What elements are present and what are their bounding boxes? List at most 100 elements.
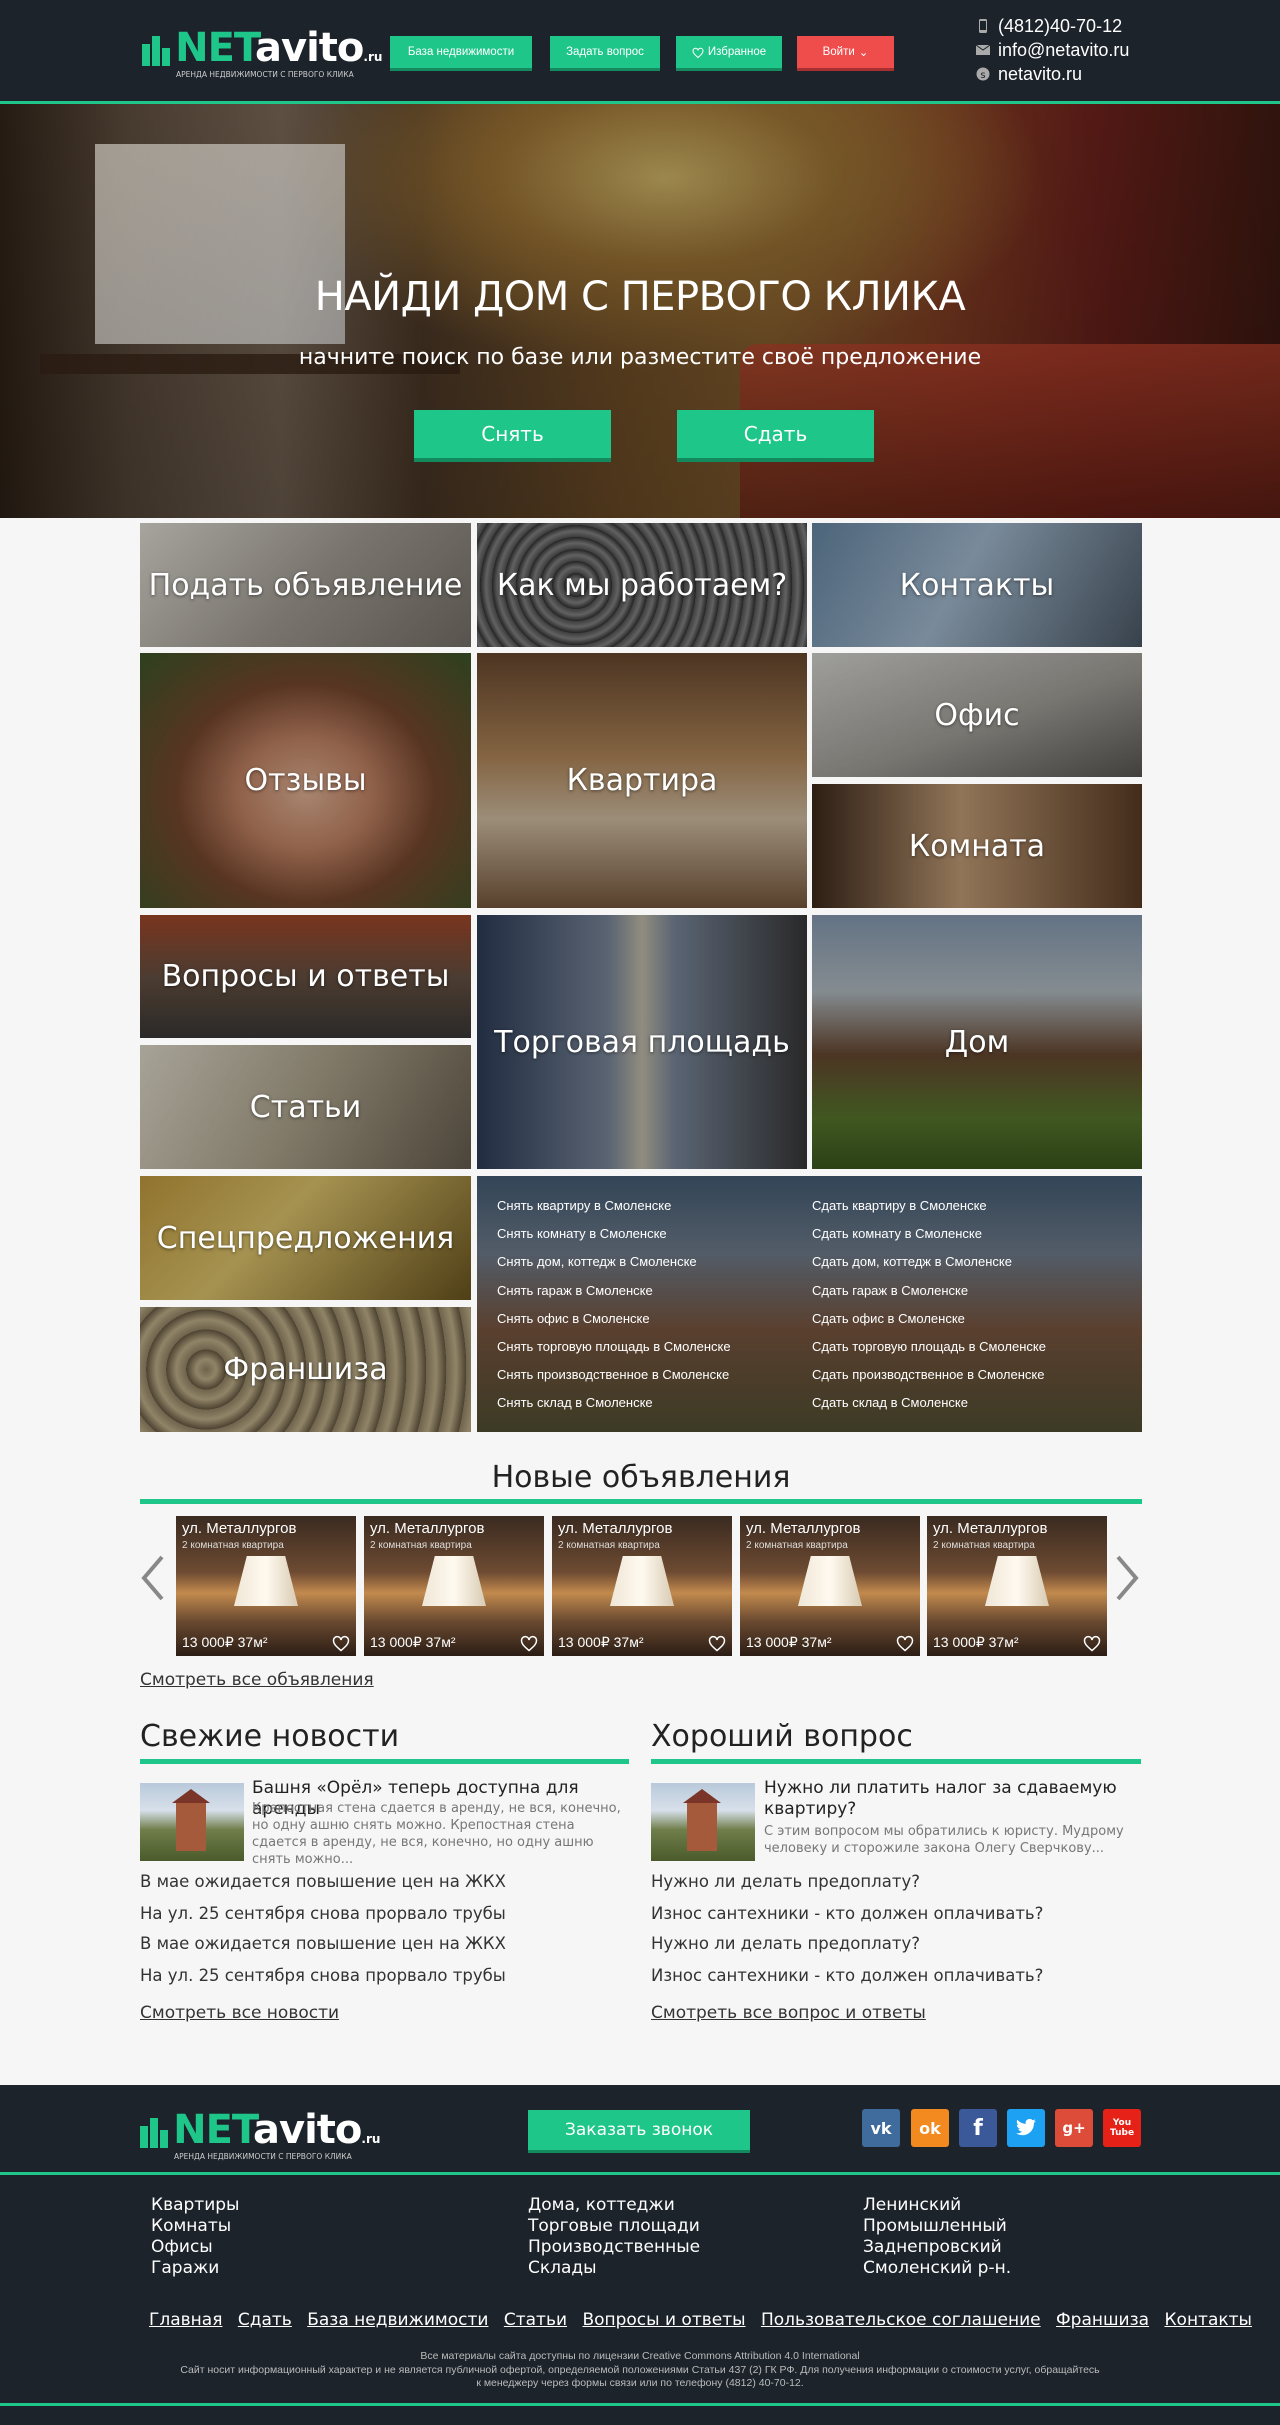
email-address[interactable]: info@netavito.ru <box>998 38 1129 62</box>
let-link[interactable]: Сдать производственное в Смоленске <box>812 1361 1046 1389</box>
news-item[interactable]: На ул. 25 сентября снова прорвало трубы <box>140 1904 506 1923</box>
question-item[interactable]: Нужно ли делать предоплату? <box>651 1872 920 1891</box>
phone-number[interactable]: (4812)40-70-12 <box>998 14 1122 38</box>
question-featured-text: С этим вопросом мы обратились к юристу. … <box>764 1824 1124 1856</box>
footer-nav-link[interactable]: Статьи <box>504 2310 567 2330</box>
footer-link[interactable]: Квартиры <box>151 2195 239 2216</box>
let-button[interactable]: Сдать <box>677 410 874 458</box>
youtube-icon[interactable]: You Tube <box>1103 2109 1141 2147</box>
question-featured-image[interactable] <box>651 1783 755 1861</box>
question-item[interactable]: Износ сантехники - кто должен оплачивать… <box>651 1904 1043 1923</box>
lamp-image <box>610 1556 674 1606</box>
see-all-questions-link[interactable]: Смотреть все вопрос и ответы <box>651 2003 926 2023</box>
tile-post-ad[interactable]: Подать объявление <box>140 523 471 647</box>
tile-reviews[interactable]: Отзывы <box>140 653 471 908</box>
question-featured-title[interactable]: Нужно ли платить налог за сдаваемую квар… <box>764 1778 1134 1820</box>
footer-link[interactable]: Смоленский р-н. <box>863 2258 1011 2279</box>
footer-nav-link[interactable]: Франшиза <box>1056 2310 1149 2330</box>
footer-link[interactable]: Гаражи <box>151 2258 239 2279</box>
footer-link[interactable]: Заднепровский <box>863 2237 1011 2258</box>
listing-area: 37м² <box>613 1634 644 1650</box>
tile-house[interactable]: Дом <box>812 915 1142 1169</box>
listing-card[interactable]: ул. Металлургов 2 комнатная квартира 13 … <box>176 1516 356 1656</box>
listing-card[interactable]: ул. Металлургов 2 комнатная квартира 13 … <box>740 1516 920 1656</box>
tile-faq[interactable]: Вопросы и ответы <box>140 915 471 1038</box>
question-item[interactable]: Износ сантехники - кто должен оплачивать… <box>651 1966 1043 1985</box>
facebook-icon[interactable]: f <box>959 2109 997 2147</box>
let-link[interactable]: Сдать комнату в Смоленске <box>812 1220 1046 1248</box>
rent-link[interactable]: Снять торговую площадь в Смоленске <box>497 1333 731 1361</box>
footer-logo[interactable]: NETavito.ru АРЕНДА НЕДВИЖИМОСТИ С ПЕРВОГ… <box>140 2108 380 2161</box>
footer-link[interactable]: Промышленный <box>863 2216 1011 2237</box>
rent-link[interactable]: Снять офис в Смоленске <box>497 1305 731 1333</box>
let-link[interactable]: Сдать офис в Смоленске <box>812 1305 1046 1333</box>
listing-card[interactable]: ул. Металлургов 2 комнатная квартира 13 … <box>364 1516 544 1656</box>
favorite-heart-icon[interactable] <box>708 1634 726 1652</box>
tile-articles[interactable]: Статьи <box>140 1045 471 1169</box>
divider <box>140 1499 1142 1504</box>
rent-link[interactable]: Снять склад в Смоленске <box>497 1389 731 1417</box>
tile-apartment[interactable]: Квартира <box>477 653 807 908</box>
ask-question-button[interactable]: Задать вопрос <box>550 36 660 68</box>
see-all-listings-link[interactable]: Смотреть все объявления <box>140 1670 374 1690</box>
let-link[interactable]: Сдать квартиру в Смоленске <box>812 1192 1046 1220</box>
footer-nav-link[interactable]: Вопросы и ответы <box>582 2310 745 2330</box>
footer-link[interactable]: Производственные <box>528 2237 700 2258</box>
tile-special-offers[interactable]: Спецпредложения <box>140 1176 471 1300</box>
carousel-next-arrow-icon[interactable] <box>1112 1553 1142 1603</box>
login-button[interactable]: Войти ⌄ <box>797 36 894 68</box>
listing-street: ул. Металлургов <box>933 1520 1048 1537</box>
tile-franchise[interactable]: Франшиза <box>140 1307 471 1432</box>
tile-retail[interactable]: Торговая площадь <box>477 915 807 1169</box>
footer-nav-link[interactable]: Главная <box>149 2310 222 2330</box>
tile-how-we-work[interactable]: Как мы работаем? <box>477 523 807 647</box>
rent-link[interactable]: Снять дом, коттедж в Смоленске <box>497 1248 731 1276</box>
favorite-heart-icon[interactable] <box>896 1634 914 1652</box>
vk-icon[interactable]: vk <box>862 2109 900 2147</box>
rent-link[interactable]: Снять комнату в Смоленске <box>497 1220 731 1248</box>
see-all-news-link[interactable]: Смотреть все новости <box>140 2003 339 2023</box>
footer-link[interactable]: Дома, коттеджи <box>528 2195 700 2216</box>
news-item[interactable]: В мае ожидается повышение цен на ЖКХ <box>140 1872 506 1891</box>
rent-link[interactable]: Снять гараж в Смоленске <box>497 1277 731 1305</box>
favorite-heart-icon[interactable] <box>520 1634 538 1652</box>
logo-tagline: АРЕНДА НЕДВИЖИМОСТИ С ПЕРВОГО КЛИКА <box>176 70 354 79</box>
footer-nav-link[interactable]: Контакты <box>1164 2310 1252 2330</box>
site-logo[interactable]: NETavito.ru АРЕНДА НЕДВИЖИМОСТИ С ПЕРВОГ… <box>142 26 382 79</box>
news-featured-image[interactable] <box>140 1783 244 1861</box>
tile-contacts[interactable]: Контакты <box>812 523 1142 647</box>
footer-link[interactable]: Комнаты <box>151 2216 239 2237</box>
order-call-button[interactable]: Заказать звонок <box>528 2110 750 2150</box>
property-base-button[interactable]: База недвижимости <box>390 36 532 68</box>
footer-column-districts: Ленинский Промышленный Заднепровский Смо… <box>863 2195 1011 2279</box>
listing-card[interactable]: ул. Металлургов 2 комнатная квартира 13 … <box>552 1516 732 1656</box>
tile-office[interactable]: Офис <box>812 653 1142 777</box>
listing-card[interactable]: ул. Металлургов 2 комнатная квартира 13 … <box>927 1516 1107 1656</box>
carousel-prev-arrow-icon[interactable] <box>138 1553 168 1603</box>
favorite-heart-icon[interactable] <box>1083 1634 1101 1652</box>
let-link[interactable]: Сдать торговую площадь в Смоленске <box>812 1333 1046 1361</box>
question-item[interactable]: Нужно ли делать предоплату? <box>651 1934 920 1953</box>
footer-link[interactable]: Офисы <box>151 2237 239 2258</box>
google-plus-icon[interactable]: g+ <box>1055 2109 1093 2147</box>
footer-nav-link[interactable]: База недвижимости <box>307 2310 488 2330</box>
favorites-button[interactable]: Избранное <box>676 36 782 68</box>
rent-button[interactable]: Снять <box>414 410 611 458</box>
skype-name[interactable]: netavito.ru <box>998 62 1082 86</box>
rent-link[interactable]: Снять квартиру в Смоленске <box>497 1192 731 1220</box>
let-link[interactable]: Сдать склад в Смоленске <box>812 1389 1046 1417</box>
footer-link[interactable]: Склады <box>528 2258 700 2279</box>
odnoklassniki-icon[interactable]: ok <box>911 2109 949 2147</box>
footer-link[interactable]: Торговые площади <box>528 2216 700 2237</box>
twitter-icon[interactable] <box>1007 2109 1045 2147</box>
let-link[interactable]: Сдать дом, коттедж в Смоленске <box>812 1248 1046 1276</box>
tile-room[interactable]: Комната <box>812 784 1142 908</box>
news-item[interactable]: В мае ожидается повышение цен на ЖКХ <box>140 1934 506 1953</box>
rent-link[interactable]: Снять производственное в Смоленске <box>497 1361 731 1389</box>
footer-nav-link[interactable]: Сдать <box>238 2310 292 2330</box>
news-item[interactable]: На ул. 25 сентября снова прорвало трубы <box>140 1966 506 1985</box>
let-link[interactable]: Сдать гараж в Смоленске <box>812 1277 1046 1305</box>
footer-nav-link[interactable]: Пользовательское соглашение <box>761 2310 1041 2330</box>
footer-link[interactable]: Ленинский <box>863 2195 1011 2216</box>
favorite-heart-icon[interactable] <box>332 1634 350 1652</box>
